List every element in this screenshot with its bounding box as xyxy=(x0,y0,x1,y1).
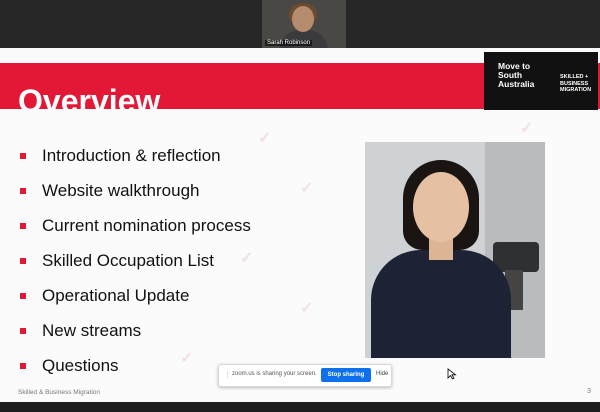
bullet-item: Operational Update xyxy=(20,278,251,313)
participant-face xyxy=(292,6,314,32)
bullet-square-icon xyxy=(20,362,26,369)
logo-sub-text: SKILLED + BUSINESS MIGRATION xyxy=(560,74,592,93)
photo-equipment xyxy=(493,242,539,272)
participant-name: Sarah Robinson xyxy=(265,40,313,46)
bullet-item: Website walkthrough xyxy=(20,173,251,208)
slide-page-number: 3 xyxy=(587,388,591,395)
bullet-square-icon xyxy=(20,152,26,159)
drag-handle-icon[interactable]: ⋮ xyxy=(224,371,231,379)
bullet-item: Current nomination process xyxy=(20,208,251,243)
presentation-slide: ✓ ✓ ✓ ✓ ✓ ✓ Overview Move to South Austr… xyxy=(0,48,600,402)
presenter-photo xyxy=(365,142,545,358)
hide-button[interactable]: Hide xyxy=(376,371,388,377)
watermark-icon: ✓ xyxy=(300,300,314,317)
bullet-text: Operational Update xyxy=(42,285,190,305)
bullet-square-icon xyxy=(20,257,26,264)
watermark-icon: ✓ xyxy=(520,120,534,137)
bullet-item: Introduction & reflection xyxy=(20,138,251,173)
participant-video-tile[interactable]: Sarah Robinson xyxy=(262,0,346,48)
bullet-list: Introduction & reflection Website walkth… xyxy=(20,138,251,383)
bullet-square-icon xyxy=(20,327,26,334)
bullet-text: Questions xyxy=(42,355,119,375)
bullet-item: New streams xyxy=(20,313,251,348)
watermark-icon: ✓ xyxy=(300,180,314,197)
meeting-top-bar: Sarah Robinson xyxy=(0,0,600,48)
screen-share-bar: ⋮ zoom.us is sharing your screen. Stop s… xyxy=(218,364,392,387)
photo-shirt xyxy=(371,250,511,358)
bullet-square-icon xyxy=(20,187,26,194)
photo-face xyxy=(413,172,469,242)
slide-footer: Skilled & Business Migration xyxy=(18,389,101,396)
stop-sharing-button[interactable]: Stop sharing xyxy=(321,368,371,382)
bullet-text: Current nomination process xyxy=(42,215,251,235)
bullet-text: Website walkthrough xyxy=(42,180,200,200)
slide-title: Overview xyxy=(18,83,161,119)
bullet-square-icon xyxy=(20,222,26,229)
bullet-text: Introduction & reflection xyxy=(42,145,221,165)
bullet-text: New streams xyxy=(42,320,142,340)
bullet-item: Questions xyxy=(20,348,251,383)
meeting-bottom-bar xyxy=(0,402,600,412)
watermark-icon: ✓ xyxy=(258,130,272,147)
bullet-square-icon xyxy=(20,292,26,299)
bullet-text: Skilled Occupation List xyxy=(42,250,214,270)
share-message: zoom.us is sharing your screen. xyxy=(232,371,317,377)
mouse-cursor-icon xyxy=(447,368,457,380)
bullet-item: Skilled Occupation List xyxy=(20,243,251,278)
brand-logo: Move to South Australia SKILLED + BUSINE… xyxy=(484,52,598,110)
logo-main-text: Move to South Australia xyxy=(498,61,535,89)
